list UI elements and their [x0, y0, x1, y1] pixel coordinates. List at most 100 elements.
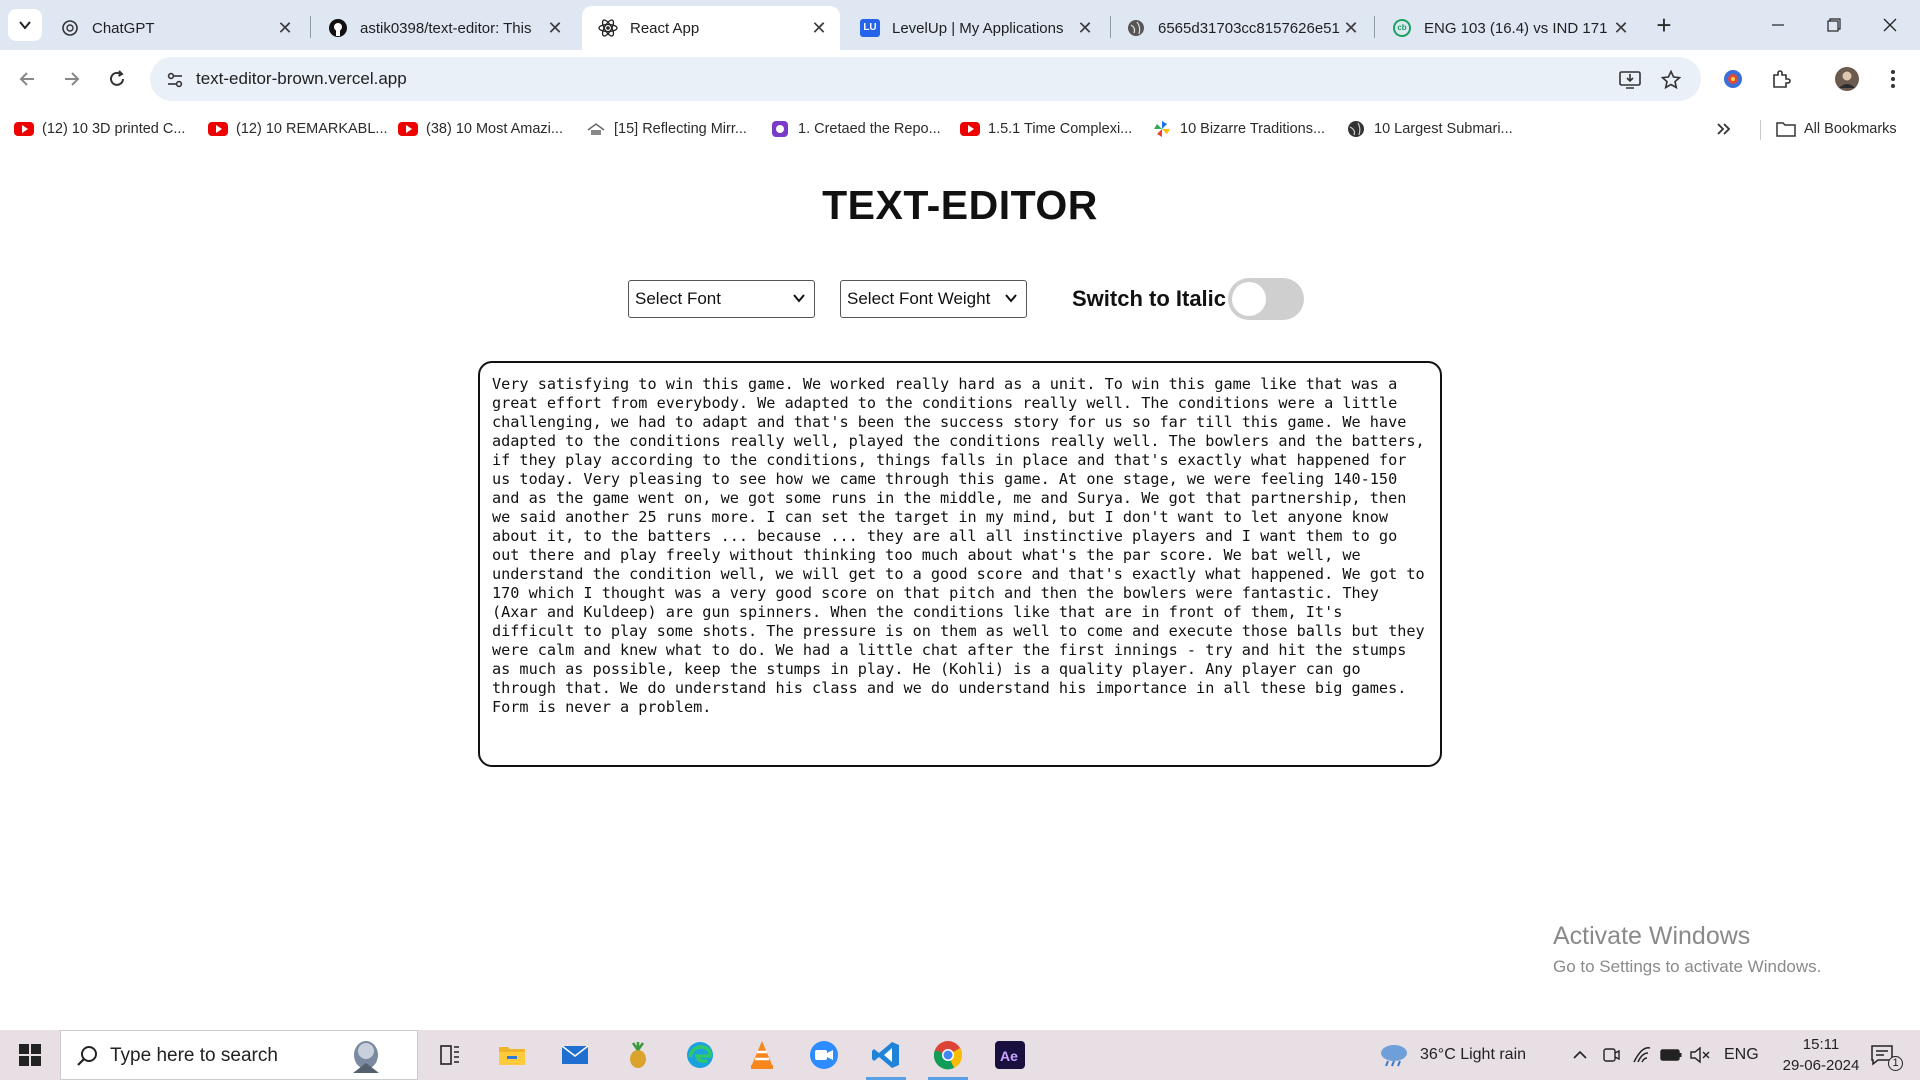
- clock[interactable]: 15:11 29-06-2024: [1776, 1030, 1866, 1080]
- after-effects-button[interactable]: Ae: [986, 1034, 1034, 1076]
- close-tab-icon[interactable]: ✕: [1340, 17, 1362, 39]
- restore-button[interactable]: [1806, 0, 1862, 50]
- start-button[interactable]: [0, 1030, 60, 1080]
- watermark-subtitle: Go to Settings to activate Windows.: [1553, 957, 1822, 976]
- back-button[interactable]: [10, 62, 44, 96]
- italic-toggle[interactable]: [1228, 278, 1304, 320]
- text-editor-area[interactable]: Very satisfying to win this game. We wor…: [478, 361, 1442, 767]
- bookmark-item[interactable]: 10 Largest Submari...: [1346, 116, 1513, 142]
- youtube-icon: [208, 121, 228, 137]
- font-weight-select-value: Select Font Weight: [847, 289, 991, 308]
- cricbuzz-badge: cb: [1393, 19, 1411, 37]
- minimize-button[interactable]: [1750, 0, 1806, 50]
- tab-title: ChatGPT: [92, 19, 155, 37]
- bookmark-label: 10 Bizarre Traditions...: [1180, 121, 1326, 137]
- windows-taskbar: Type here to search Ae 36°C Light rain E…: [0, 1030, 1920, 1080]
- tab-title: LevelUp | My Applications: [892, 19, 1064, 37]
- page-content: TEXT-EDITOR Select Font Select Font Weig…: [0, 150, 1920, 1030]
- install-app-icon[interactable]: [1617, 67, 1643, 93]
- browser-toolbar: text-editor-brown.vercel.app: [0, 50, 1920, 108]
- close-window-button[interactable]: [1862, 0, 1918, 50]
- edge-button[interactable]: [676, 1034, 724, 1076]
- font-weight-select[interactable]: Select Font Weight: [840, 280, 1027, 318]
- wifi-icon[interactable]: [1632, 1030, 1652, 1080]
- meet-now-icon[interactable]: [1602, 1030, 1620, 1080]
- reload-button[interactable]: [100, 62, 134, 96]
- toggle-knob[interactable]: [1232, 282, 1266, 316]
- tab-levelup[interactable]: LU LevelUp | My Applications ✕: [844, 6, 1106, 50]
- activate-windows-watermark: Activate Windows Go to Settings to activ…: [1553, 922, 1821, 977]
- font-select-value: Select Font: [635, 289, 721, 308]
- zoom-button[interactable]: [800, 1034, 848, 1076]
- arrow-left-icon: [19, 72, 34, 86]
- close-tab-icon[interactable]: ✕: [544, 17, 566, 39]
- vscode-button[interactable]: [862, 1034, 910, 1080]
- mail-button[interactable]: [551, 1034, 599, 1076]
- extension-icon[interactable]: [1716, 62, 1750, 96]
- weather-widget[interactable]: 36°C Light rain: [1378, 1030, 1526, 1080]
- more-bookmarks-button[interactable]: [1716, 116, 1732, 142]
- close-tab-icon[interactable]: ✕: [1074, 17, 1096, 39]
- chevron-down-icon: [19, 21, 31, 30]
- bookmark-label: 1. Cretaed the Repo...: [798, 121, 941, 137]
- task-view-button[interactable]: [426, 1034, 474, 1076]
- tab-react-app[interactable]: React App ✕: [582, 6, 840, 50]
- tab-hash-page[interactable]: 6565d31703cc8157626e51 ✕: [1110, 6, 1372, 50]
- chrome-button[interactable]: [924, 1034, 972, 1080]
- bookmark-item[interactable]: 1. Cretaed the Repo...: [770, 116, 941, 142]
- language-text: ENG: [1724, 1046, 1759, 1063]
- vlc-button[interactable]: [738, 1034, 786, 1076]
- tab-search-button[interactable]: [8, 9, 42, 41]
- bookmark-item[interactable]: (12) 10 3D printed C...: [14, 116, 185, 142]
- notification-count: 1: [1888, 1056, 1903, 1071]
- bookmark-item[interactable]: 1.5.1 Time Complexi...: [960, 116, 1132, 142]
- game-app-button[interactable]: [614, 1034, 662, 1076]
- bookmark-item[interactable]: 10 Bizarre Traditions...: [1152, 116, 1325, 142]
- clock-date: 29-06-2024: [1782, 1057, 1860, 1074]
- close-tab-icon[interactable]: ✕: [274, 17, 296, 39]
- extensions-puzzle-icon[interactable]: [1764, 62, 1798, 96]
- bookmark-star-icon[interactable]: [1658, 67, 1684, 93]
- show-hidden-icons-button[interactable]: [1572, 1030, 1588, 1080]
- address-bar[interactable]: text-editor-brown.vercel.app: [150, 57, 1701, 101]
- bug-icon: [770, 121, 790, 137]
- vlc-icon: [751, 1041, 773, 1069]
- browser-tab-bar: ChatGPT ✕ astik0398/text-editor: This ✕ …: [0, 0, 1920, 50]
- tab-chatgpt[interactable]: ChatGPT ✕: [44, 6, 306, 50]
- battery-icon[interactable]: [1660, 1030, 1682, 1080]
- new-tab-button[interactable]: +: [1649, 10, 1679, 40]
- site-info-icon[interactable]: [162, 67, 188, 93]
- bookmark-item[interactable]: [15] Reflecting Mirr...: [586, 116, 747, 142]
- all-bookmarks-button[interactable]: All Bookmarks: [1776, 116, 1897, 142]
- notifications-button[interactable]: 1: [1870, 1030, 1903, 1080]
- file-explorer-button[interactable]: [488, 1034, 536, 1076]
- bookmark-item[interactable]: (38) 10 Most Amazi...: [398, 116, 563, 142]
- url-text: text-editor-brown.vercel.app: [196, 69, 407, 88]
- volume-muted-icon[interactable]: [1690, 1030, 1710, 1080]
- font-select[interactable]: Select Font: [628, 280, 815, 318]
- youtube-icon: [14, 121, 34, 137]
- taskbar-search[interactable]: Type here to search: [60, 1030, 418, 1080]
- zoom-icon: [810, 1041, 838, 1069]
- tab-title: React App: [630, 19, 700, 37]
- cricbuzz-icon: cb: [1392, 18, 1412, 38]
- language-indicator[interactable]: ENG: [1724, 1030, 1759, 1080]
- double-chevron-right-icon: [1717, 123, 1731, 135]
- task-view-icon: [440, 1045, 459, 1065]
- clock-time: 15:11: [1802, 1036, 1840, 1053]
- bookmark-item[interactable]: (12) 10 REMARKABL...: [208, 116, 388, 142]
- tab-github[interactable]: astik0398/text-editor: This ✕: [312, 6, 576, 50]
- forward-button[interactable]: [55, 62, 89, 96]
- menu-kebab-icon[interactable]: [1876, 62, 1910, 96]
- pineapple-game-icon: [630, 1042, 646, 1068]
- watermark-title: Activate Windows: [1553, 922, 1751, 950]
- mail-icon: [561, 1045, 589, 1064]
- tab-title: 6565d31703cc8157626e51: [1158, 19, 1340, 37]
- globe-icon: [1346, 121, 1366, 137]
- close-tab-icon[interactable]: ✕: [808, 17, 830, 39]
- tab-cricbuzz[interactable]: cb ENG 103 (16.4) vs IND 171 ✕: [1376, 6, 1642, 50]
- bookmark-label: (12) 10 3D printed C...: [42, 121, 186, 137]
- profile-avatar[interactable]: [1830, 62, 1864, 96]
- page-title: TEXT-EDITOR: [822, 182, 1098, 228]
- close-tab-icon[interactable]: ✕: [1610, 17, 1632, 39]
